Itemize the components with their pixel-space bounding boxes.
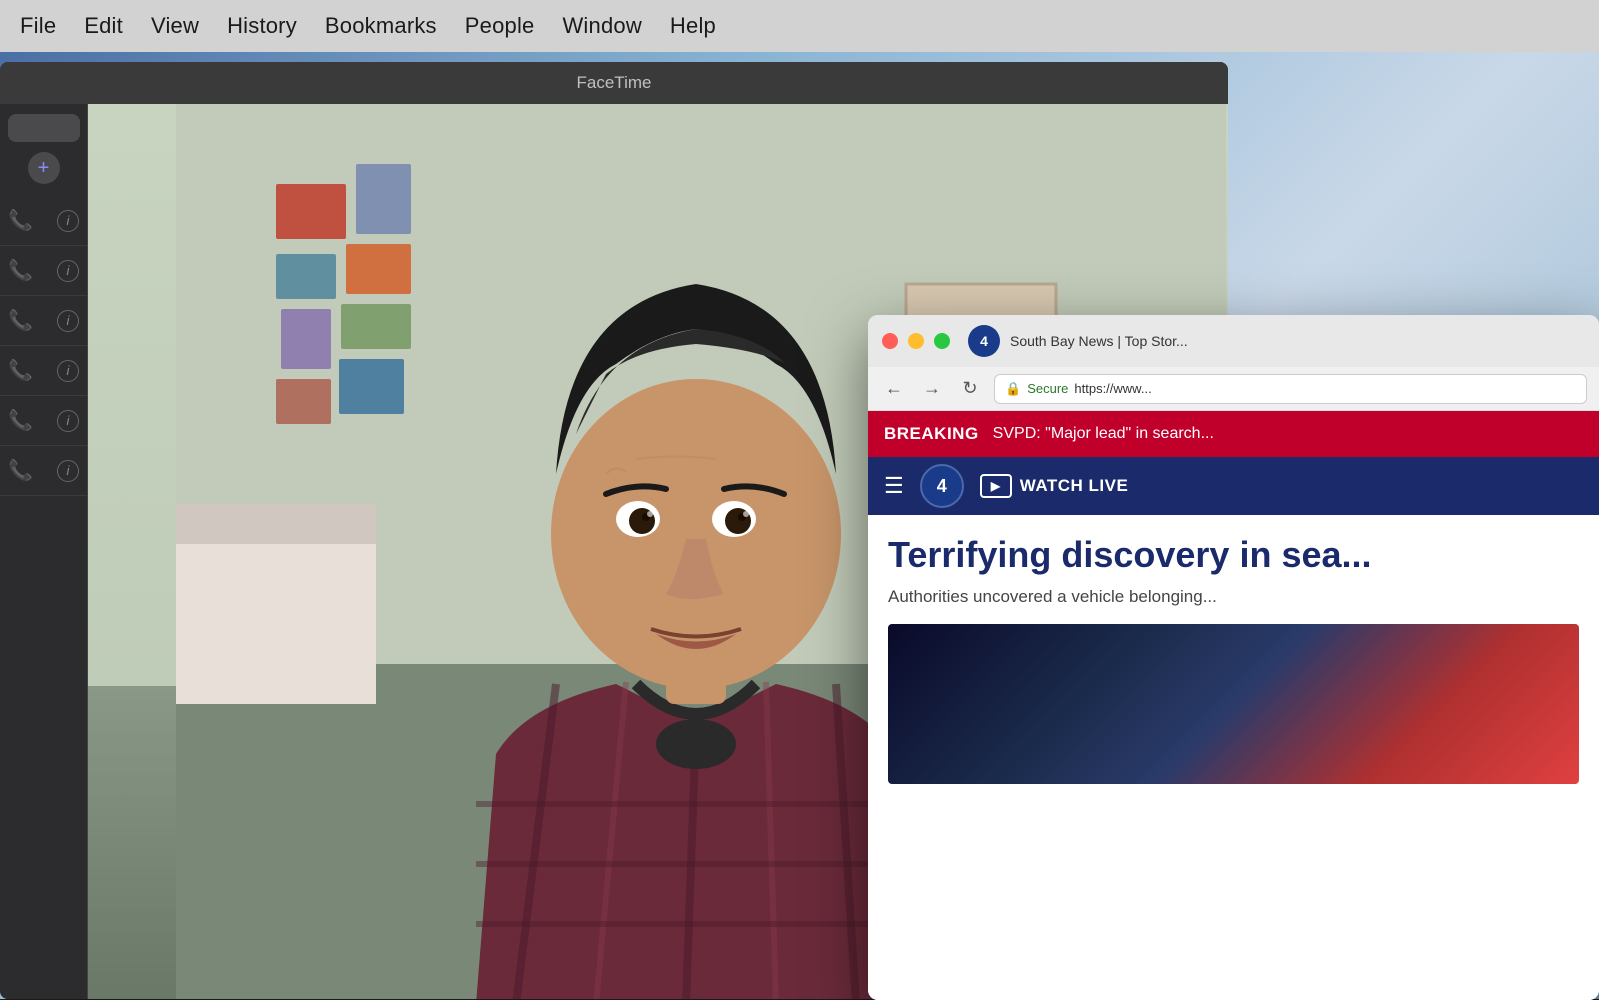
info-icon-6[interactable]: i	[57, 460, 79, 482]
phone-icon-5: 📞	[8, 408, 33, 433]
menu-view[interactable]: View	[151, 13, 199, 39]
news-headline: Terrifying discovery in sea...	[888, 535, 1579, 575]
breaking-news-banner: BREAKING SVPD: "Major lead" in search...	[868, 411, 1599, 457]
facetime-search-bar[interactable]	[8, 114, 80, 142]
phone-icon-2: 📞	[8, 258, 33, 283]
lock-icon: 🔒	[1005, 381, 1021, 397]
phone-icon-3: 📞	[8, 308, 33, 333]
menubar: File Edit View History Bookmarks People …	[0, 0, 1599, 52]
info-icon-5[interactable]: i	[57, 410, 79, 432]
watch-live-button[interactable]: ▶ WATCH LIVE	[980, 474, 1129, 498]
browser-nav: ← → ↻ 🔒 Secure https://www...	[868, 367, 1599, 411]
phone-icon-4: 📞	[8, 358, 33, 383]
menu-history[interactable]: History	[227, 13, 297, 39]
browser-titlebar: 4 South Bay News | Top Stor...	[868, 315, 1599, 367]
breaking-label: BREAKING	[884, 424, 979, 444]
menu-help[interactable]: Help	[670, 13, 716, 39]
facetime-title: FaceTime	[577, 73, 652, 93]
forward-button[interactable]: →	[918, 375, 946, 403]
phone-icon-1: 📞	[8, 208, 33, 233]
breaking-text: SVPD: "Major lead" in search...	[993, 425, 1214, 443]
contact-row-2: 📞 i	[0, 246, 87, 296]
secure-label: Secure	[1027, 381, 1068, 396]
browser-maximize-button[interactable]	[934, 333, 950, 349]
phone-icon-6: 📞	[8, 458, 33, 483]
browser-tab-title: South Bay News | Top Stor...	[1010, 333, 1188, 349]
news-channel-logo: 4	[920, 464, 964, 508]
address-bar[interactable]: 🔒 Secure https://www...	[994, 374, 1587, 404]
news-thumbnail-image	[888, 624, 1579, 784]
reload-button[interactable]: ↻	[956, 375, 984, 403]
menu-window[interactable]: Window	[562, 13, 641, 39]
facetime-add-button[interactable]: +	[28, 152, 60, 184]
contact-row-4: 📞 i	[0, 346, 87, 396]
facetime-sidebar: + 📞 i 📞 i 📞 i 📞 i 📞 i 📞 i	[0, 104, 88, 999]
browser-window: 4 South Bay News | Top Stor... ← → ↻ 🔒 S…	[868, 315, 1599, 1000]
contact-row-3: 📞 i	[0, 296, 87, 346]
news-subtext: Authorities uncovered a vehicle belongin…	[888, 585, 1579, 609]
watch-live-label: WATCH LIVE	[1020, 476, 1129, 496]
info-icon-1[interactable]: i	[57, 210, 79, 232]
menu-edit[interactable]: Edit	[84, 13, 123, 39]
news-content-area: Terrifying discovery in sea... Authoriti…	[868, 515, 1599, 1000]
contact-row-6: 📞 i	[0, 446, 87, 496]
channel-4-icon: 4	[968, 325, 1000, 357]
menu-people[interactable]: People	[465, 13, 535, 39]
info-icon-3[interactable]: i	[57, 310, 79, 332]
news-thumbnail	[888, 624, 1579, 784]
hamburger-menu-icon[interactable]: ☰	[884, 473, 904, 499]
info-icon-4[interactable]: i	[57, 360, 79, 382]
contact-row-5: 📞 i	[0, 396, 87, 446]
news-site-nav: ☰ 4 ▶ WATCH LIVE	[868, 457, 1599, 515]
contact-row-1: 📞 i	[0, 196, 87, 246]
play-icon: ▶	[980, 474, 1012, 498]
menu-file[interactable]: File	[20, 13, 56, 39]
info-icon-2[interactable]: i	[57, 260, 79, 282]
menu-bookmarks[interactable]: Bookmarks	[325, 13, 437, 39]
facetime-titlebar: FaceTime	[0, 62, 1228, 104]
url-text: https://www...	[1074, 381, 1151, 396]
back-button[interactable]: ←	[880, 375, 908, 403]
browser-close-button[interactable]	[882, 333, 898, 349]
browser-minimize-button[interactable]	[908, 333, 924, 349]
